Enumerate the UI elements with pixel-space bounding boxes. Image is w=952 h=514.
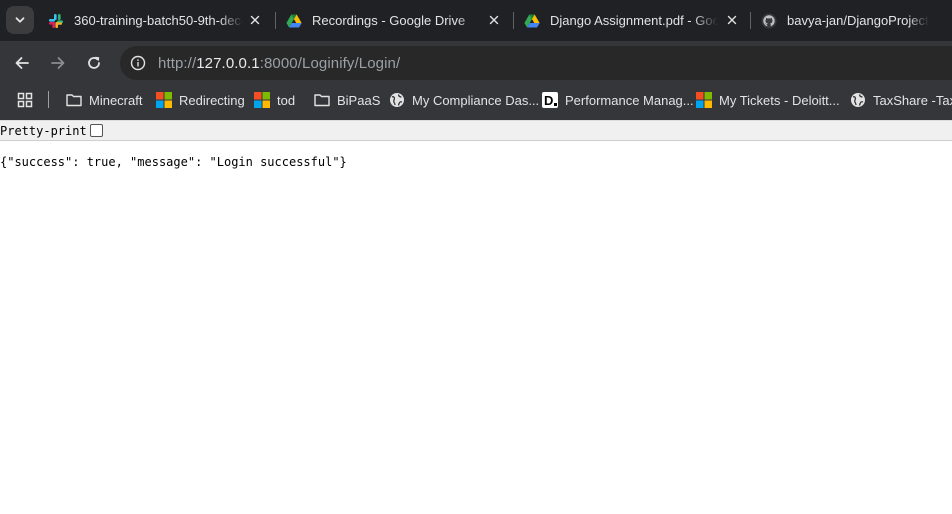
tab-search-button[interactable] xyxy=(6,6,34,34)
tab-strip: 360-training-batch50-9th-dec-2 Recording… xyxy=(0,0,952,41)
reload-icon xyxy=(88,56,100,69)
tab-title: Recordings - Google Drive xyxy=(312,13,466,28)
bookmark-my-compliance[interactable]: My Compliance Das... xyxy=(389,84,539,116)
apps-button[interactable] xyxy=(17,84,40,116)
bookmark-minecraft[interactable]: Minecraft xyxy=(66,84,142,116)
tab-divider xyxy=(275,12,276,29)
reload-button[interactable] xyxy=(80,49,108,77)
bookmark-label: Redirecting xyxy=(179,92,245,108)
microsoft-icon xyxy=(254,92,270,108)
bookmark-label: Performance Manag... xyxy=(565,92,694,108)
bookmark-taxshare[interactable]: TaxShare -TaxSh xyxy=(850,84,952,116)
slack-icon xyxy=(48,13,64,29)
url-host: 127.0.0.1 xyxy=(196,54,260,72)
pretty-print-bar: Pretty-print xyxy=(0,121,952,141)
chevron-down-icon xyxy=(15,17,25,23)
url-scheme: http:// xyxy=(158,54,197,72)
globe-icon xyxy=(389,92,405,108)
folder-icon xyxy=(66,92,82,108)
forward-button[interactable] xyxy=(44,49,72,77)
bookmark-label: Minecraft xyxy=(89,92,143,108)
bookmark-my-tickets[interactable]: My Tickets - Deloitt... xyxy=(696,84,840,116)
browser-toolbar: http://127.0.0.1:8000/Loginify/Login/ xyxy=(0,41,952,84)
pretty-print-checkbox[interactable] xyxy=(89,124,103,137)
arrow-right-icon xyxy=(51,57,65,69)
bookmarks-bar: Minecraft Redirecting tod BiPaaS My Comp… xyxy=(0,84,952,120)
deloitte-icon: D xyxy=(542,92,558,108)
bookmark-label: My Tickets - Deloitt... xyxy=(719,92,840,108)
apps-grid-icon xyxy=(17,92,33,108)
url-text[interactable]: http://127.0.0.1:8000/Loginify/Login/ xyxy=(158,55,400,72)
svg-text:D: D xyxy=(544,93,553,108)
github-icon xyxy=(761,13,777,29)
microsoft-icon xyxy=(696,92,712,108)
tab-divider xyxy=(750,12,751,29)
bookmark-performance[interactable]: D Performance Manag... xyxy=(542,84,694,116)
close-icon[interactable] xyxy=(723,11,741,29)
tab-slack[interactable]: 360-training-batch50-9th-dec-2 xyxy=(48,0,270,41)
bookmark-label: BiPaaS xyxy=(337,92,381,108)
close-icon[interactable] xyxy=(485,11,503,29)
pretty-print-label: Pretty-print xyxy=(0,123,87,138)
google-drive-icon xyxy=(524,13,540,29)
bookmark-tod[interactable]: tod xyxy=(254,84,295,116)
site-info-icon[interactable] xyxy=(121,46,155,80)
url-path: :8000/Loginify/Login/ xyxy=(259,54,401,72)
tab-recordings[interactable]: Recordings - Google Drive xyxy=(286,0,508,41)
arrow-left-icon xyxy=(15,57,29,69)
tab-divider xyxy=(513,12,514,29)
tab-title: bavya-jan/DjangoProject xyxy=(787,13,929,28)
bookmark-label: TaxShare -TaxSh xyxy=(873,92,952,108)
close-icon[interactable] xyxy=(246,11,264,29)
bookmark-label: My Compliance Das... xyxy=(412,92,540,108)
bookmark-label: tod xyxy=(277,92,296,108)
microsoft-icon xyxy=(156,92,172,108)
bookmark-bipaas[interactable]: BiPaaS xyxy=(314,84,380,116)
back-button[interactable] xyxy=(8,49,36,77)
google-drive-icon xyxy=(286,13,302,29)
tab-title: 360-training-batch50-9th-dec-2 xyxy=(74,13,244,28)
tab-title: Django Assignment.pdf - Google xyxy=(550,13,718,28)
tab-django-assignment[interactable]: Django Assignment.pdf - Google xyxy=(524,0,746,41)
json-response-text: {"success": true, "message": "Login succ… xyxy=(0,155,347,169)
folder-icon xyxy=(314,92,330,108)
bookmark-redirecting[interactable]: Redirecting xyxy=(156,84,245,116)
tab-github[interactable]: bavya-jan/DjangoProject xyxy=(761,0,952,41)
bookmarks-divider xyxy=(48,91,49,108)
globe-icon xyxy=(850,92,866,108)
address-bar[interactable]: http://127.0.0.1:8000/Loginify/Login/ xyxy=(120,46,952,80)
